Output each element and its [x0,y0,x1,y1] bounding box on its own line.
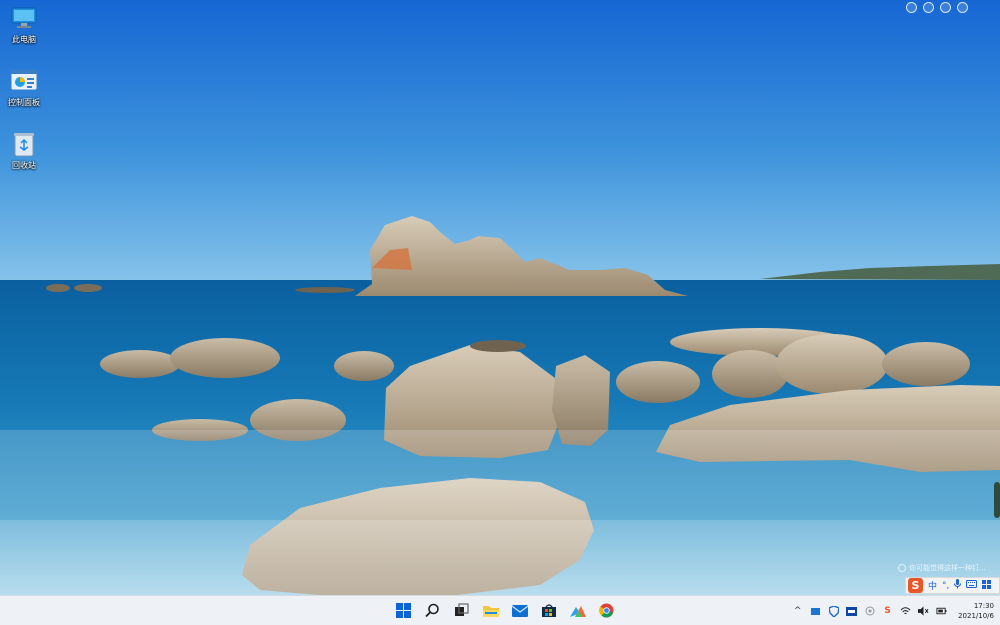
start-button[interactable] [392,599,415,622]
refresh-icon[interactable] [923,2,934,13]
chrome-icon [599,603,614,618]
store-icon [541,604,556,617]
search-button[interactable] [421,599,444,622]
desktop-icon-label: 此电脑 [12,35,36,44]
desktop-icon-label: 回收站 [12,161,36,170]
taskbar-pinned-apps [392,599,618,622]
desktop[interactable]: 此电脑 控制面板 回收站 你可能觉得这样一种钉... S 中 °, ^ S 17… [0,0,1000,625]
ime-grid-icon[interactable] [982,579,992,592]
settings-icon[interactable] [940,2,951,13]
microphone-icon[interactable] [954,579,962,592]
clock[interactable]: 17:30 2021/10/6 [958,601,994,621]
task-view-icon [455,603,469,616]
assistant-icon[interactable] [906,2,917,13]
mail-icon [511,604,528,617]
wallpaper-image [0,0,1000,625]
store-button[interactable] [537,599,560,622]
network-adapter-icon[interactable] [864,606,875,617]
photos-icon [569,605,586,617]
sogou-ime-icon[interactable]: S [908,578,923,593]
desktop-icon-label: 控制面板 [8,98,40,107]
task-view-button[interactable] [450,599,473,622]
mail-button[interactable] [508,599,531,622]
onedrive-icon[interactable] [810,606,821,617]
security-shield-icon[interactable] [828,605,839,617]
chrome-button[interactable] [595,599,618,622]
system-tray: ^ S 17:30 2021/10/6 [792,596,994,625]
search-icon [425,603,439,618]
ime-toolbar[interactable]: S 中 °, [905,577,1000,594]
desktop-icon-control-panel[interactable]: 控制面板 [4,68,44,108]
notification-hint[interactable]: 你可能觉得这样一种钉... [898,563,986,573]
windows-start-icon [396,603,411,618]
control-panel-icon [10,68,38,94]
keyboard-icon[interactable] [966,580,978,591]
show-hidden-icons-button[interactable]: ^ [792,606,803,617]
taskbar: ^ S 17:30 2021/10/6 [0,595,1000,625]
volume-muted-icon[interactable] [918,606,929,617]
folder-icon [482,605,499,617]
ime-mode-toggle[interactable]: 中 [928,579,937,592]
side-panel-handle[interactable] [994,482,1000,518]
desktop-icon-this-pc[interactable]: 此电脑 [4,5,44,45]
corner-button-group [906,2,968,13]
intel-graphics-icon[interactable] [846,606,858,617]
wifi-icon[interactable] [900,606,911,617]
sogou-tray-icon[interactable]: S [882,606,893,617]
recycle-bin-icon [10,131,38,157]
file-explorer-button[interactable] [479,599,502,622]
this-pc-icon [10,5,38,31]
hint-icon [898,564,906,572]
clock-time: 17:30 [973,602,994,610]
photos-button[interactable] [566,599,589,622]
ime-punct-toggle[interactable]: °, [942,581,949,591]
battery-icon[interactable] [936,606,947,617]
weibo-icon[interactable] [957,2,968,13]
hint-text: 你可能觉得这样一种钉... [909,564,986,572]
clock-date: 2021/10/6 [958,612,994,620]
desktop-icon-recycle-bin[interactable]: 回收站 [4,131,44,171]
